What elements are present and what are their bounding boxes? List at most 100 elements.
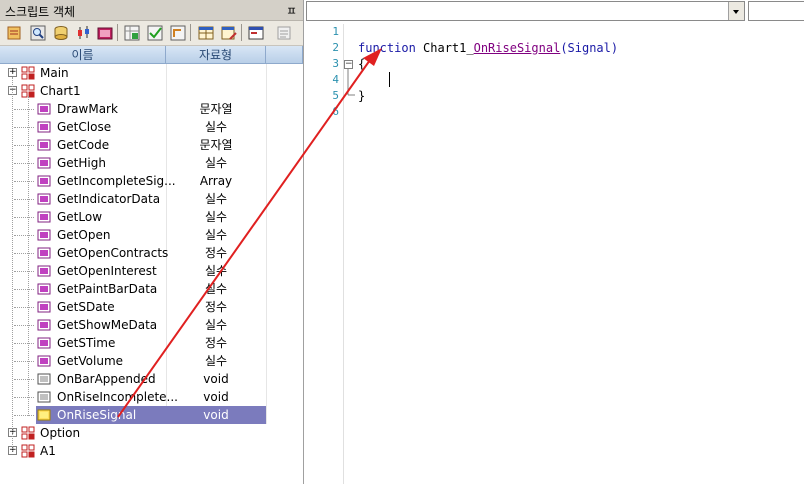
- new-script-icon[interactable]: [4, 23, 22, 41]
- tree-item-type: 실수: [204, 264, 228, 278]
- tree-item[interactable]: GetIncompleteSig... Array: [0, 172, 303, 190]
- tree-node-label: Option: [40, 426, 81, 440]
- code-line-2[interactable]: function Chart1_OnRiseSignal(Signal): [358, 40, 618, 56]
- tree-item-type: void: [203, 372, 229, 386]
- tree-connector: [14, 127, 34, 128]
- event-icon: [37, 373, 51, 385]
- tree-item-label: OnRiseSignal: [57, 408, 137, 422]
- tree-connector: [14, 217, 34, 218]
- tree-item-type: 실수: [204, 120, 228, 134]
- method-icon: [37, 193, 51, 205]
- tree-item-label: GetShowMeData: [57, 318, 158, 332]
- tree-item[interactable]: GetLow 실수: [0, 208, 303, 226]
- tree-item-label: GetPaintBarData: [57, 282, 158, 296]
- line-number: 4: [332, 73, 339, 86]
- method-icon: [37, 139, 51, 151]
- tree-item[interactable]: GetShowMeData 실수: [0, 316, 303, 334]
- table-edit-icon[interactable]: [219, 23, 237, 41]
- tree-connector: [14, 271, 34, 272]
- tree-item-type: void: [203, 390, 229, 404]
- grid-arrow-icon[interactable]: [168, 23, 186, 41]
- tree-connector: [14, 379, 34, 380]
- chevron-down-icon[interactable]: [728, 2, 744, 20]
- method-icon: [37, 337, 51, 349]
- tree-item[interactable]: GetClose 실수: [0, 118, 303, 136]
- tree-item[interactable]: GetOpenContracts 정수: [0, 244, 303, 262]
- database-icon[interactable]: [51, 23, 69, 41]
- tree-item-type: 문자열: [199, 138, 233, 152]
- grid-add-icon[interactable]: [122, 23, 140, 41]
- tree-item-label: OnRiseIncomplete...: [57, 390, 178, 404]
- tree-connector: [14, 163, 34, 164]
- script-object-panel: 스크립트 객체 ㅍ 이름 자료형 + Main − Chart1 DrawMar…: [0, 0, 304, 484]
- toolbar: [0, 21, 303, 46]
- object-icon: [21, 426, 35, 440]
- text-caret: [389, 72, 390, 87]
- pin-icon[interactable]: ㅍ: [286, 2, 297, 19]
- tree-item-label: OnBarAppended: [57, 372, 156, 386]
- tree-item[interactable]: GetSTime 정수: [0, 334, 303, 352]
- tree-item[interactable]: DrawMark 문자열: [0, 100, 303, 118]
- tree-item[interactable]: GetIndicatorData 실수: [0, 190, 303, 208]
- tree-node[interactable]: + A1: [0, 442, 303, 460]
- function-params: (Signal): [560, 41, 619, 55]
- column-header-type[interactable]: 자료형: [166, 46, 266, 64]
- tree-connector: [14, 415, 34, 416]
- find-icon[interactable]: [28, 23, 46, 41]
- function-prefix: Chart1_: [423, 41, 474, 55]
- tree-connector: [14, 289, 34, 290]
- method-icon: [37, 175, 51, 187]
- method-icon: [37, 229, 51, 241]
- tree-node[interactable]: + Main: [0, 64, 303, 82]
- tree-item-label: GetHigh: [57, 156, 106, 170]
- toolbar-separator: [117, 24, 118, 41]
- expand-icon[interactable]: +: [8, 68, 17, 77]
- tree-connector: [14, 145, 34, 146]
- tree-node[interactable]: − Chart1: [0, 82, 303, 100]
- window-icon[interactable]: [246, 23, 264, 41]
- object-combo[interactable]: [306, 1, 745, 21]
- editor-gutter: [343, 24, 344, 484]
- tree-item[interactable]: OnBarAppended void: [0, 370, 303, 388]
- tree-connector: [14, 181, 34, 182]
- tree-item[interactable]: GetOpenInterest 실수: [0, 262, 303, 280]
- event-selected-icon: [37, 409, 51, 421]
- fold-bracket: [347, 69, 355, 96]
- method-icon: [37, 355, 51, 367]
- column-header-blank: [266, 46, 303, 64]
- tree-item[interactable]: OnRiseSignal void: [0, 406, 303, 424]
- list-icon[interactable]: [274, 23, 292, 41]
- panel-title: 스크립트 객체: [5, 5, 76, 19]
- column-header-name[interactable]: 이름: [0, 46, 166, 64]
- tree-item[interactable]: GetOpen 실수: [0, 226, 303, 244]
- tree-item[interactable]: GetCode 문자열: [0, 136, 303, 154]
- tree-node[interactable]: + Option: [0, 424, 303, 442]
- tree-item-label: GetLow: [57, 210, 103, 224]
- code-line-3[interactable]: {: [358, 56, 365, 72]
- tree-item-label: DrawMark: [57, 102, 118, 116]
- event-combo[interactable]: [748, 1, 804, 21]
- tree-item[interactable]: GetHigh 실수: [0, 154, 303, 172]
- tree-connector: [14, 397, 34, 398]
- tree-item-label: GetOpenContracts: [57, 246, 169, 260]
- table-icon[interactable]: [196, 23, 214, 41]
- fold-toggle-icon[interactable]: −: [344, 60, 353, 69]
- tree-item[interactable]: GetPaintBarData 실수: [0, 280, 303, 298]
- tree-connector: [14, 199, 34, 200]
- method-icon: [37, 265, 51, 277]
- tree-guide: [12, 77, 13, 451]
- grid-check-icon[interactable]: [145, 23, 163, 41]
- tree-item[interactable]: OnRiseIncomplete... void: [0, 388, 303, 406]
- tree-item[interactable]: GetSDate 정수: [0, 298, 303, 316]
- tree-connector: [14, 253, 34, 254]
- line-number: 5: [332, 89, 339, 102]
- line-number: 6: [332, 105, 339, 118]
- chart-candle-icon[interactable]: [74, 23, 92, 41]
- code-line-5[interactable]: }: [358, 88, 365, 104]
- tree-item[interactable]: GetVolume 실수: [0, 352, 303, 370]
- tree-item-label: GetSDate: [57, 300, 115, 314]
- compile-icon[interactable]: [95, 23, 113, 41]
- method-icon: [37, 211, 51, 223]
- tree-item-label: GetSTime: [57, 336, 116, 350]
- script-editor: 1 2 3 4 5 6 − function Chart1_OnRiseSign…: [305, 0, 804, 484]
